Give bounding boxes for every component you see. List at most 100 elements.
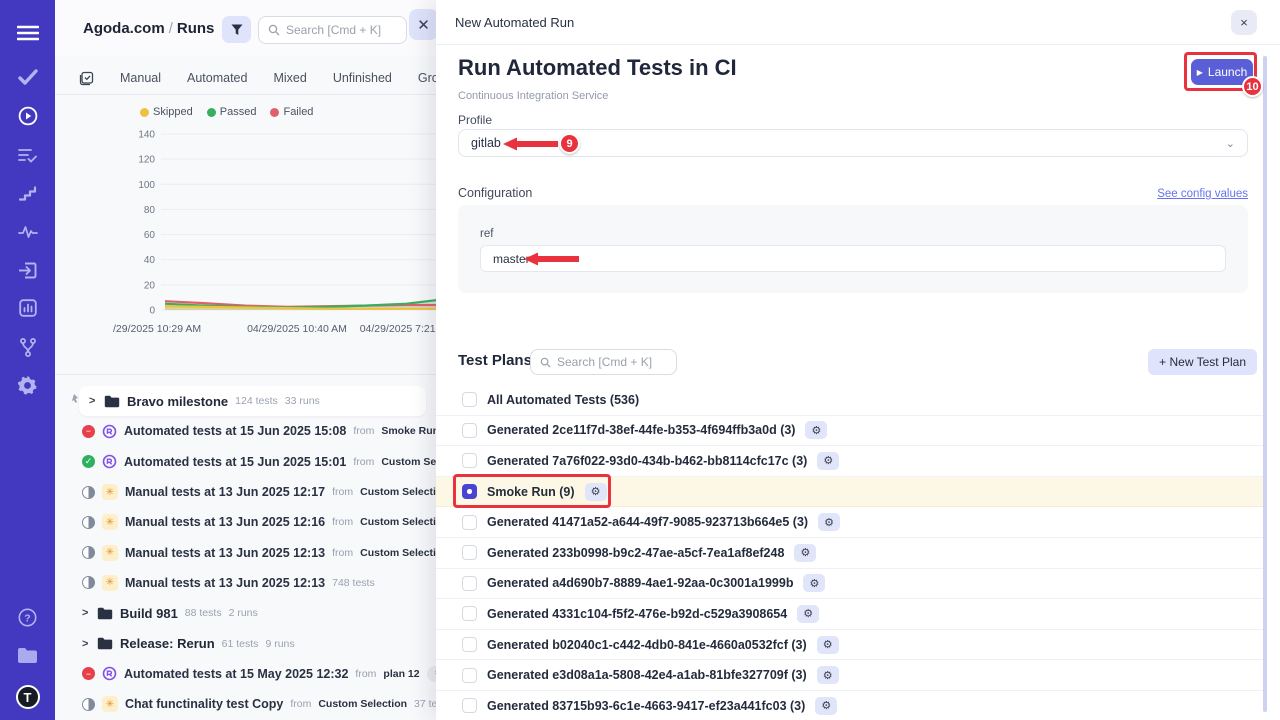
test-plans-list-icon[interactable] <box>0 140 55 170</box>
breadcrumb-separator: / <box>165 20 177 37</box>
breadcrumb-project[interactable]: Agoda.com <box>83 20 165 37</box>
folder-icon <box>104 395 120 408</box>
test-plan-settings-button[interactable]: ⚙ <box>817 666 839 684</box>
checkbox[interactable] <box>462 545 477 560</box>
checkbox-checked[interactable] <box>462 484 477 499</box>
test-plan-row[interactable]: Smoke Run (9) ⚙ <box>436 477 1266 508</box>
runs-search[interactable] <box>258 16 407 44</box>
ci-launch-icon[interactable] <box>0 255 55 285</box>
test-plan-row[interactable]: Generated e3d08a1a-5808-42e4-a1ab-81bfe3… <box>436 660 1266 691</box>
checkbox[interactable] <box>462 453 477 468</box>
drawer-title: New Automated Run <box>455 15 574 30</box>
settings-gear-icon[interactable] <box>0 370 55 400</box>
new-test-plan-button[interactable]: + New Test Plan <box>1148 349 1257 375</box>
test-plan-label: Generated 4331c104-f5f2-476e-b92d-c529a3… <box>487 607 787 621</box>
runs-close-button[interactable]: ✕ <box>409 9 438 40</box>
run-settings-badge[interactable]: ⚙test <box>427 666 436 682</box>
run-row[interactable]: −Automated tests at 15 Jun 2025 15:08fro… <box>55 416 436 446</box>
test-plan-settings-button[interactable]: ⚙ <box>817 452 839 470</box>
chevron-right-icon[interactable]: > <box>82 607 90 619</box>
test-plan-row[interactable]: Generated 2ce11f7d-38ef-44fe-b353-4f694f… <box>436 416 1266 447</box>
tests-check-icon[interactable] <box>0 62 55 92</box>
run-row[interactable]: −Automated tests at 15 May 2025 12:32fro… <box>55 659 436 689</box>
drawer-scrollbar[interactable] <box>1263 56 1267 712</box>
drawer-close-button[interactable]: × <box>1231 10 1257 35</box>
test-plan-settings-button[interactable]: ⚙ <box>794 544 816 562</box>
folder-row[interactable]: >Build 98188 tests2 runs <box>55 598 436 628</box>
checkbox[interactable] <box>462 668 477 683</box>
select-runs-icon[interactable] <box>79 71 94 86</box>
tab-automated[interactable]: Automated <box>187 71 247 85</box>
help-icon[interactable]: ? <box>0 602 55 632</box>
chevron-right-icon[interactable]: > <box>89 395 97 407</box>
svg-text:20: 20 <box>144 280 156 291</box>
see-config-values-link[interactable]: See config values <box>1157 188 1248 200</box>
test-plans-search-input[interactable] <box>557 355 667 369</box>
test-plan-settings-button[interactable]: ⚙ <box>585 483 607 501</box>
tab-manual[interactable]: Manual <box>120 71 161 85</box>
search-icon <box>540 357 551 368</box>
run-row[interactable]: ✓Automated tests at 15 Jun 2025 15:01fro… <box>55 447 436 477</box>
test-plan-row[interactable]: Generated 233b0998-b9c2-47ae-a5cf-7ea1af… <box>436 538 1266 569</box>
play-icon: ▶ <box>1197 68 1203 77</box>
checkbox[interactable] <box>462 515 477 530</box>
tab-mixed[interactable]: Mixed <box>273 71 306 85</box>
launch-button[interactable]: ▶ Launch <box>1191 59 1253 85</box>
checkbox[interactable] <box>462 392 477 407</box>
reports-chart-icon[interactable] <box>0 293 55 323</box>
runs-search-input[interactable] <box>286 23 397 37</box>
run-row[interactable]: ✳Manual tests at 13 Jun 2025 12:17fromCu… <box>55 477 436 507</box>
test-plan-row[interactable]: Generated a4d690b7-8889-4ae1-92aa-0c3001… <box>436 569 1266 600</box>
folder-row[interactable]: >Release: Rerun61 tests9 runs <box>55 628 436 658</box>
test-plan-row[interactable]: All Automated Tests (536) <box>436 385 1266 416</box>
legend-label: Passed <box>220 106 257 118</box>
test-plan-settings-button[interactable]: ⚙ <box>818 513 840 531</box>
status-progress-icon <box>82 486 95 499</box>
folder-meta: 33 runs <box>285 395 320 407</box>
steps-icon[interactable] <box>0 178 55 208</box>
test-plan-settings-button[interactable]: ⚙ <box>815 697 837 715</box>
runs-play-icon[interactable] <box>0 101 55 131</box>
test-plan-row[interactable]: Generated 7a76f022-93d0-434b-b462-bb8114… <box>436 446 1266 477</box>
checkbox[interactable] <box>462 576 477 591</box>
run-meta: 37 tests <box>414 698 436 710</box>
test-plan-label: Smoke Run (9) <box>487 485 575 499</box>
run-row[interactable]: ✳Manual tests at 13 Jun 2025 12:16fromCu… <box>55 507 436 537</box>
folder-row[interactable]: >Bravo milestone124 tests33 runs <box>79 386 426 416</box>
run-row[interactable]: ✳Manual tests at 13 Jun 2025 12:13748 te… <box>55 568 436 598</box>
test-plan-row[interactable]: Generated b02040c1-c442-4db0-841e-4660a0… <box>436 630 1266 661</box>
profile-select[interactable]: gitlab ⌄ <box>458 129 1248 157</box>
test-plan-row[interactable]: Generated 4331c104-f5f2-476e-b92d-c529a3… <box>436 599 1266 630</box>
run-row[interactable]: ✳Manual tests at 13 Jun 2025 12:13fromCu… <box>55 537 436 567</box>
checkbox[interactable] <box>462 423 477 438</box>
search-icon <box>268 24 280 36</box>
avatar[interactable]: T <box>0 682 55 712</box>
test-plan-settings-button[interactable]: ⚙ <box>797 605 819 623</box>
tab-unfinished[interactable]: Unfinished <box>333 71 392 85</box>
run-from-label: from <box>332 547 353 559</box>
ref-input[interactable] <box>480 245 1226 272</box>
run-title: Automated tests at 15 Jun 2025 15:01 <box>124 455 346 469</box>
run-row[interactable]: ✳Chat functinality test CopyfromCustom S… <box>55 689 436 719</box>
test-plan-settings-button[interactable]: ⚙ <box>803 574 825 592</box>
run-from-label: from <box>355 668 376 680</box>
test-plan-settings-button[interactable]: ⚙ <box>817 636 839 654</box>
branches-icon[interactable] <box>0 332 55 362</box>
run-source: Custom Selection <box>360 547 436 559</box>
analytics-pulse-icon[interactable] <box>0 217 55 247</box>
avatar-logo: T <box>16 685 40 709</box>
filter-button[interactable] <box>222 16 251 43</box>
runs-tabs: ManualAutomatedMixedUnfinishedGroups <box>55 62 436 95</box>
checkbox[interactable] <box>462 637 477 652</box>
chevron-right-icon[interactable]: > <box>82 638 90 650</box>
legend-item-failed: Failed <box>270 106 313 118</box>
checkbox[interactable] <box>462 606 477 621</box>
test-plan-row[interactable]: Generated 83715b93-6c1e-4663-9417-ef23a4… <box>436 691 1266 720</box>
test-plans-search[interactable] <box>530 349 677 375</box>
app-root: ?T Agoda.com/Runs ✕ ManualA <box>0 0 1280 720</box>
menu-icon[interactable] <box>0 18 55 48</box>
checkbox[interactable] <box>462 698 477 713</box>
projects-folder-icon[interactable] <box>0 640 55 670</box>
test-plan-settings-button[interactable]: ⚙ <box>805 421 827 439</box>
test-plan-row[interactable]: Generated 41471a52-a644-49f7-9085-923713… <box>436 507 1266 538</box>
